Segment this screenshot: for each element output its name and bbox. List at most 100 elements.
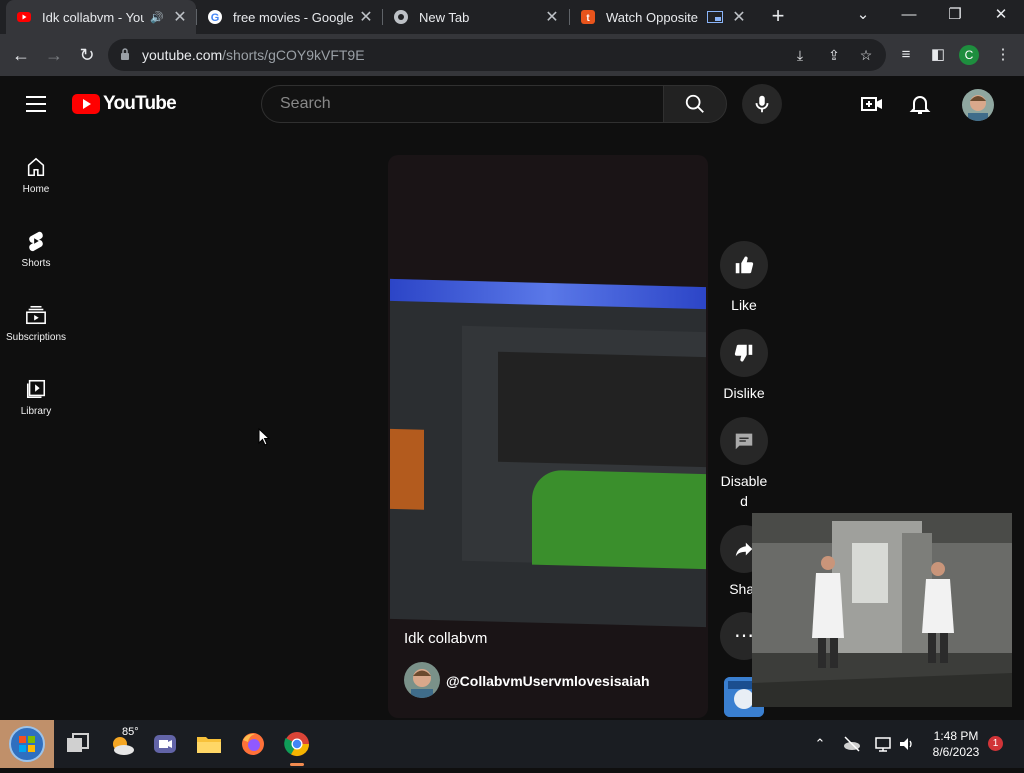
picture-in-picture-window[interactable] xyxy=(752,513,1012,707)
like-button[interactable]: Like xyxy=(720,241,768,315)
browser-tab-strip: Idk collabvm - You 🔊 ✕ G free movies - G… xyxy=(0,0,1024,34)
comments-button[interactable]: Disable d xyxy=(720,417,768,511)
lock-icon[interactable] xyxy=(120,47,130,61)
teams-chat-icon[interactable] xyxy=(151,730,179,758)
tab-search-icon[interactable]: ⌄ xyxy=(840,0,886,34)
account-avatar[interactable] xyxy=(962,89,994,121)
close-tab-icon[interactable]: ✕ xyxy=(170,7,190,27)
share-icon[interactable]: ⇪ xyxy=(824,45,844,65)
voice-search-button[interactable] xyxy=(742,84,782,124)
tab-title: free movies - Google S xyxy=(233,9,356,25)
guide-label: Library xyxy=(20,406,52,417)
address-bar[interactable]: youtube.com/shorts/gCOY9kVFT9E ⤓ ⇪ ☆ xyxy=(108,39,886,71)
mouse-pointer-icon xyxy=(258,428,270,446)
channel-name[interactable]: @CollabvmUservmlovesisaiah xyxy=(446,673,650,689)
picture-in-picture-icon xyxy=(707,11,723,23)
media-control-icon[interactable]: ≡ xyxy=(896,45,916,65)
create-video-icon[interactable] xyxy=(860,92,884,116)
notifications-bell-icon[interactable] xyxy=(908,92,932,116)
tab-title: Idk collabvm - You xyxy=(42,9,145,25)
browser-toolbar: ← → ↻ youtube.com/shorts/gCOY9kVFT9E ⤓ ⇪… xyxy=(0,34,1024,76)
close-tab-icon[interactable]: ✕ xyxy=(729,7,749,27)
windows-start-orb-icon xyxy=(9,726,45,762)
youtube-play-icon xyxy=(72,94,100,114)
youtube-header: YouTube xyxy=(0,76,1024,132)
back-icon[interactable]: ← xyxy=(8,42,34,68)
youtube-logo[interactable]: YouTube xyxy=(72,93,177,114)
clock-date: 8/6/2023 xyxy=(932,745,980,759)
menu-kebab-icon[interactable]: ⋮ xyxy=(993,45,1013,65)
thumbs-down-icon xyxy=(734,344,753,362)
start-button[interactable] xyxy=(0,720,54,768)
account-avatar-image xyxy=(968,95,988,121)
show-hidden-icons-chevron-icon[interactable]: ⌃ xyxy=(810,734,830,754)
install-icon[interactable]: ⤓ xyxy=(790,45,810,65)
menu-icon[interactable] xyxy=(26,96,46,112)
chrome-taskbar-icon xyxy=(284,732,309,757)
search-box[interactable] xyxy=(261,85,663,123)
short-video-player[interactable]: Idk collabvm @CollabvmUservmlovesisaiah xyxy=(388,155,708,718)
volume-icon[interactable] xyxy=(897,734,917,754)
active-app-indicator xyxy=(290,763,304,766)
restore-icon[interactable]: ❐ xyxy=(932,0,978,34)
tab-tubi[interactable]: t Watch Opposite D ✕ xyxy=(570,0,755,34)
new-tab-button[interactable]: + xyxy=(766,4,790,28)
dislike-label: Dislike xyxy=(723,385,765,401)
close-tab-icon[interactable]: ✕ xyxy=(542,7,562,27)
close-tab-icon[interactable]: ✕ xyxy=(356,7,376,27)
speaker-icon[interactable]: 🔊 xyxy=(150,11,164,24)
reload-icon[interactable]: ↻ xyxy=(74,42,100,68)
pip-video-frame xyxy=(752,513,1012,707)
tab-google[interactable]: G free movies - Google S ✕ xyxy=(197,0,382,34)
short-title[interactable]: Idk collabvm xyxy=(404,630,487,647)
subscriptions-icon xyxy=(26,305,46,325)
chrome-icon xyxy=(394,10,408,24)
library-icon xyxy=(26,379,46,399)
file-explorer-icon[interactable] xyxy=(195,730,223,758)
home-icon xyxy=(27,157,45,177)
youtube-wordmark: YouTube xyxy=(103,93,177,114)
tab-title: New Tab xyxy=(419,9,470,25)
onedrive-offline-icon[interactable] xyxy=(842,734,862,754)
guide-label: Shorts xyxy=(21,258,51,269)
comments-label-line2: d xyxy=(740,493,748,509)
thumbs-up-icon xyxy=(735,256,754,274)
comments-label-line1: Disable xyxy=(720,473,768,489)
network-icon[interactable] xyxy=(873,734,893,754)
url-text: youtube.com/shorts/gCOY9kVFT9E xyxy=(142,47,365,63)
profile-avatar[interactable]: C xyxy=(959,45,979,65)
notification-badge[interactable]: 1 xyxy=(988,736,1003,751)
guide-item-home[interactable]: Home xyxy=(0,132,72,206)
tab-youtube[interactable]: Idk collabvm - You 🔊 ✕ xyxy=(6,0,196,34)
dislike-button[interactable]: Dislike xyxy=(720,329,768,403)
channel-avatar[interactable] xyxy=(404,662,440,698)
url-host: youtube.com xyxy=(142,47,223,63)
search-input[interactable] xyxy=(278,94,642,114)
url-path: /shorts/gCOY9kVFT9E xyxy=(222,47,365,63)
like-label: Like xyxy=(731,297,757,313)
youtube-icon xyxy=(17,12,31,22)
channel-avatar-image xyxy=(411,669,433,698)
chrome-taskbar-button[interactable] xyxy=(283,730,311,766)
tab-new-tab[interactable]: New Tab ✕ xyxy=(383,0,568,34)
guide-item-shorts[interactable]: Shorts xyxy=(0,206,72,280)
guide-item-subscriptions[interactable]: Subscriptions xyxy=(0,280,72,354)
clock-time: 1:48 PM xyxy=(933,729,979,743)
forward-icon[interactable]: → xyxy=(41,42,67,68)
comments-label: Disable d xyxy=(720,471,768,511)
task-view-icon[interactable] xyxy=(64,730,92,758)
more-horizontal-icon: ⋯ xyxy=(734,625,754,647)
guide-item-library[interactable]: Library xyxy=(0,354,72,428)
firefox-icon[interactable] xyxy=(239,730,267,758)
system-clock[interactable]: 1:48 PM 8/6/2023 xyxy=(918,728,994,760)
weather-widget[interactable]: 85° xyxy=(108,726,139,758)
search-button[interactable] xyxy=(663,85,727,123)
tab-title: Watch Opposite D xyxy=(606,9,701,25)
side-panel-icon[interactable]: ◧ xyxy=(928,45,948,65)
minimize-icon[interactable]: — xyxy=(886,0,932,34)
windows-taskbar: 85° ⌃ 1:48 PM 8/6/2023 1 xyxy=(0,720,1024,768)
video-frame-laptop-screen xyxy=(390,278,706,628)
bookmark-star-icon[interactable]: ☆ xyxy=(856,45,876,65)
close-window-icon[interactable]: ✕ xyxy=(978,0,1024,34)
svg-text:G: G xyxy=(211,12,220,24)
